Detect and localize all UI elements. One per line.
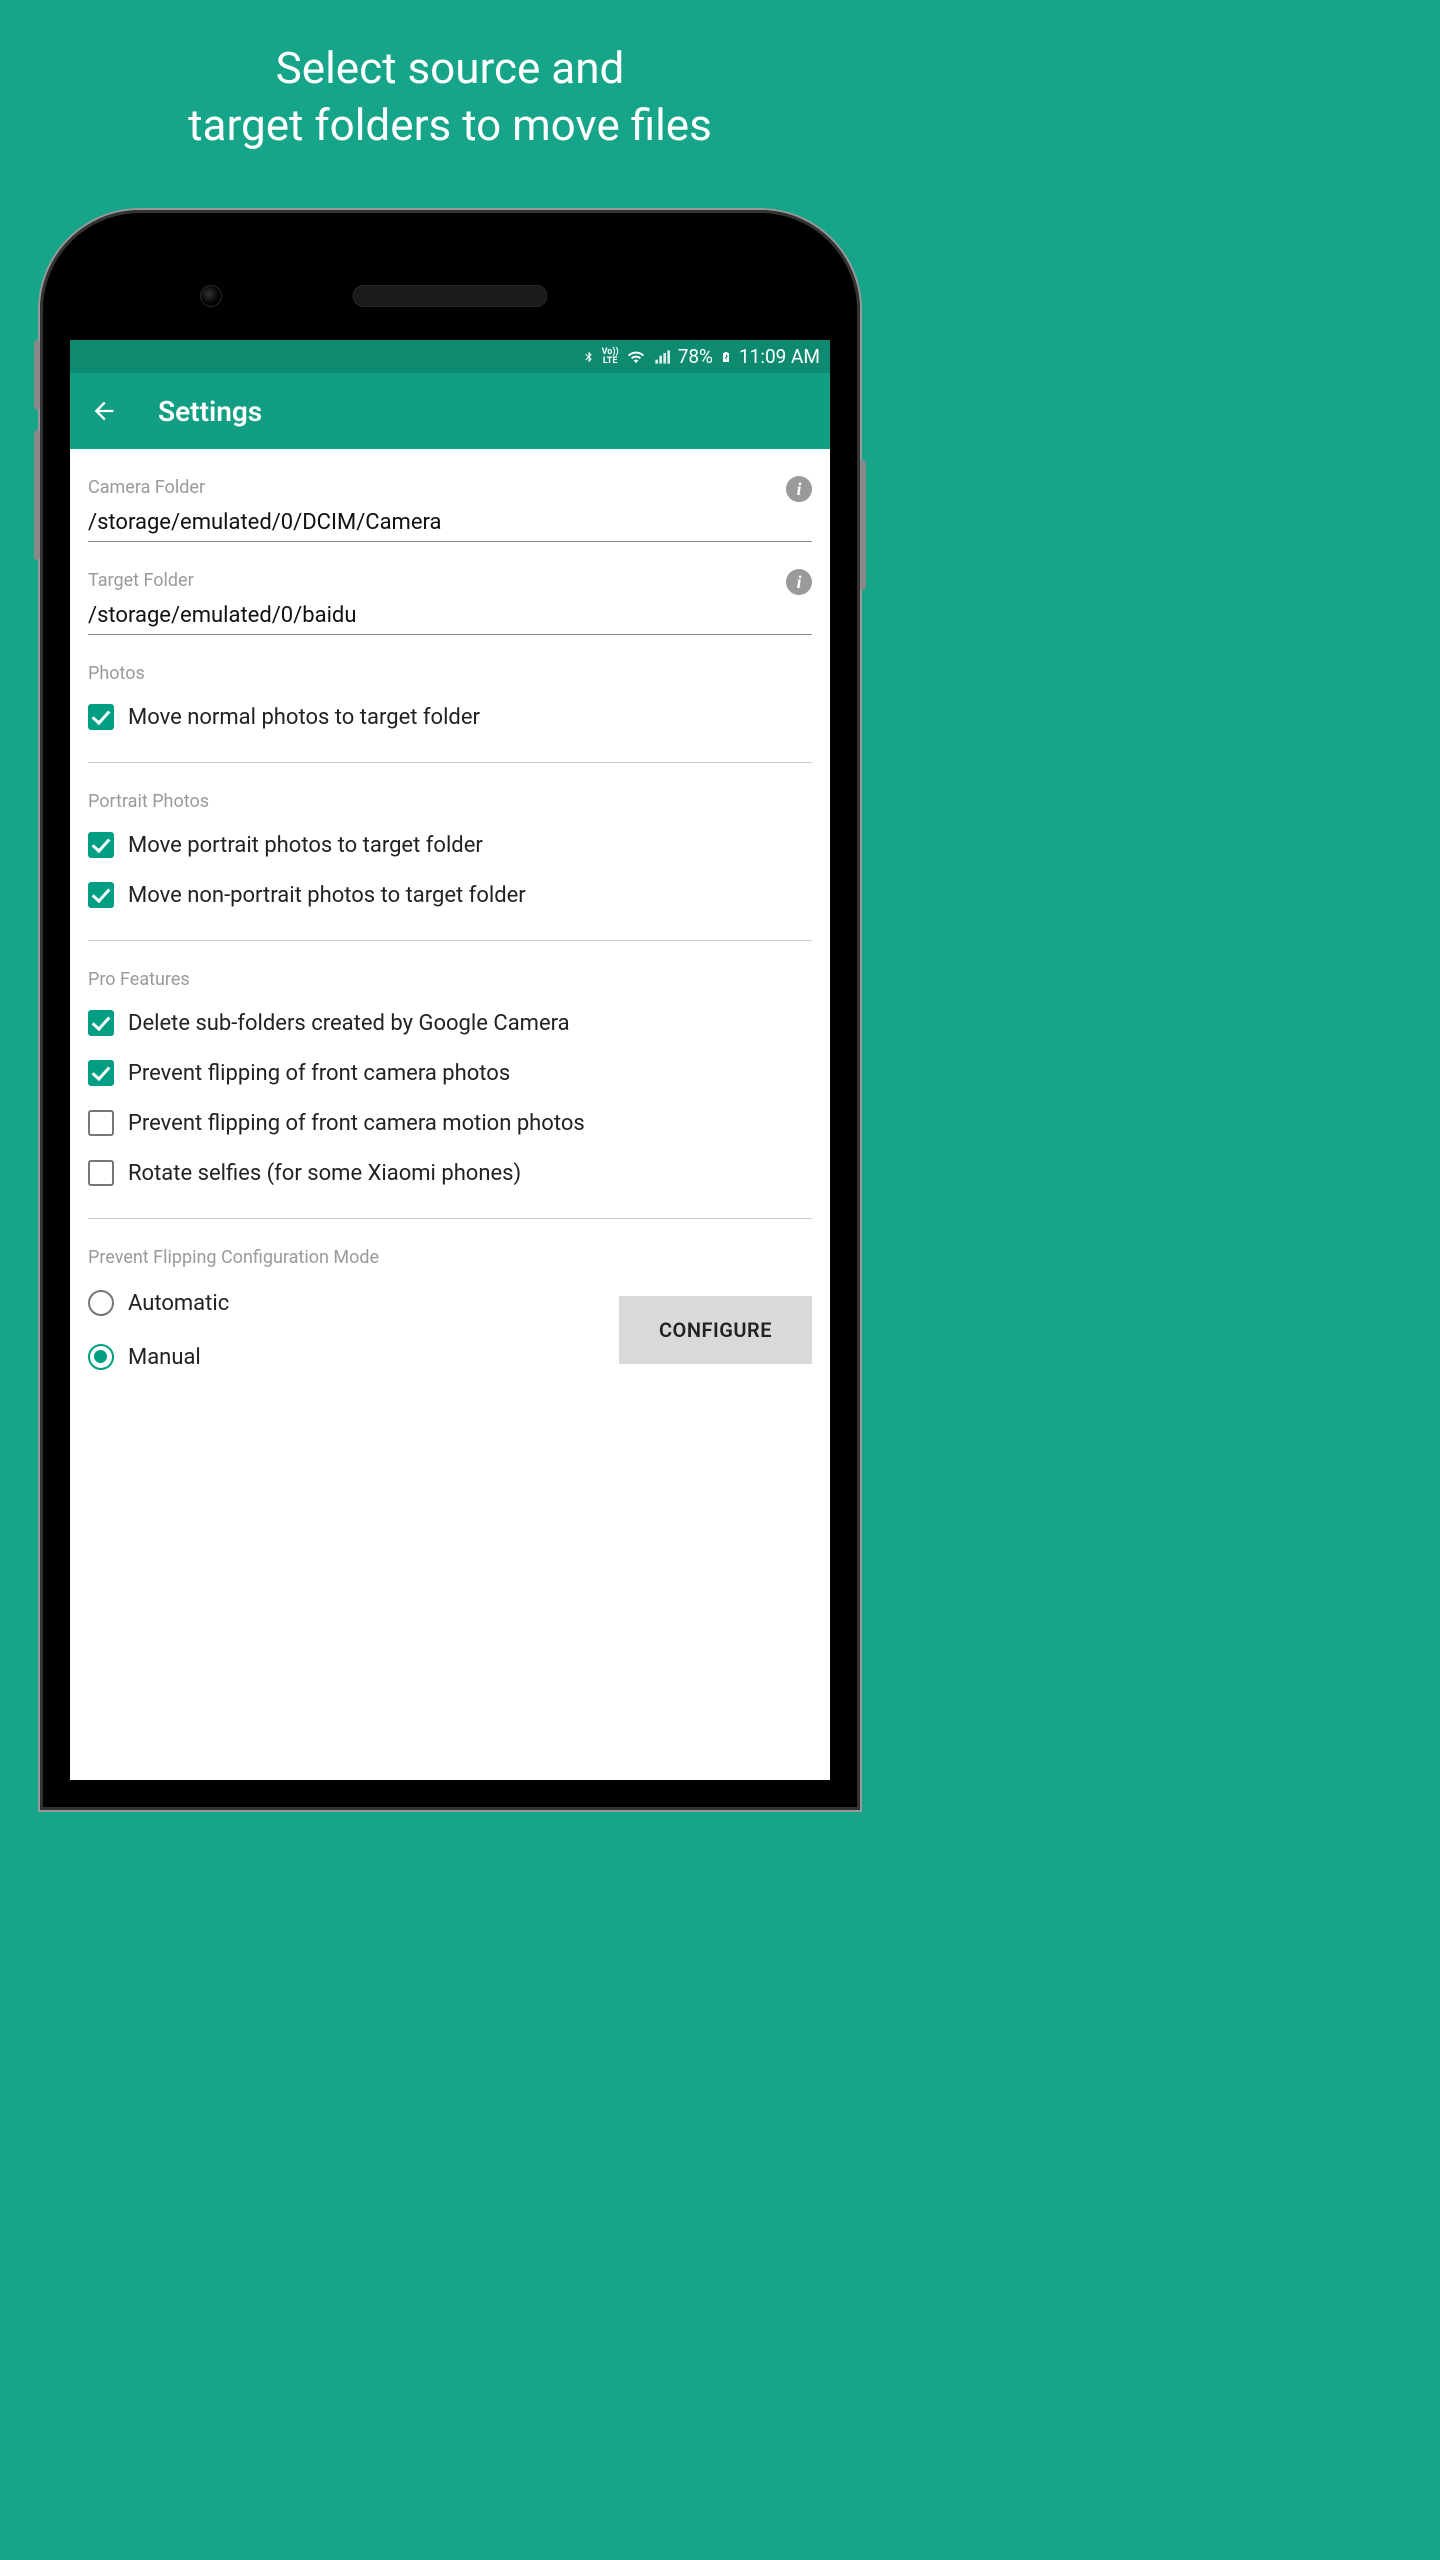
section-label-pro: Pro Features <box>88 941 812 998</box>
settings-content[interactable]: Camera Folder i Target Folder i Photos M… <box>70 449 830 1780</box>
checkbox-row: Rotate selfies (for some Xiaomi phones) <box>88 1148 812 1198</box>
phone-speaker <box>353 285 548 307</box>
wifi-icon <box>626 349 646 365</box>
checkbox-row: Prevent flipping of front camera photos <box>88 1048 812 1098</box>
radio-manual[interactable] <box>88 1344 114 1370</box>
phone-side-button <box>34 340 40 410</box>
promo-caption: Select source and target folders to move… <box>0 0 900 184</box>
arrow-left-icon <box>90 397 118 425</box>
checkbox-rotate-selfies[interactable] <box>88 1160 114 1186</box>
radio-row: Manual <box>88 1330 619 1384</box>
phone-top-bezel <box>70 240 830 340</box>
field-label-camera: Camera Folder <box>88 449 812 506</box>
mode-area: Automatic Manual CONFIGURE <box>88 1276 812 1384</box>
camera-folder-input[interactable] <box>88 510 812 535</box>
checkbox-label: Rotate selfies (for some Xiaomi phones) <box>128 1161 521 1186</box>
phone-front-camera <box>200 285 222 307</box>
promo-line-2: target folders to move files <box>20 97 880 154</box>
target-folder-field: i <box>88 599 812 635</box>
section-label-mode: Prevent Flipping Configuration Mode <box>88 1219 812 1276</box>
status-bar: Vo))LTE 78% 11:09 AM <box>70 340 830 373</box>
configure-button[interactable]: CONFIGURE <box>619 1296 812 1364</box>
radio-label: Manual <box>128 1345 201 1370</box>
radio-automatic[interactable] <box>88 1290 114 1316</box>
promo-line-1: Select source and <box>20 40 880 97</box>
battery-charging-icon <box>720 348 732 366</box>
checkbox-label: Prevent flipping of front camera photos <box>128 1061 510 1086</box>
section-label-photos: Photos <box>88 635 812 692</box>
camera-folder-field: i <box>88 506 812 542</box>
phone-side-button <box>34 430 40 560</box>
checkbox-label: Move normal photos to target folder <box>128 705 480 730</box>
checkbox-row: Move normal photos to target folder <box>88 692 812 742</box>
checkbox-move-nonportrait[interactable] <box>88 882 114 908</box>
checkbox-label: Prevent flipping of front camera motion … <box>128 1111 585 1136</box>
checkbox-row: Move non-portrait photos to target folde… <box>88 870 812 920</box>
checkbox-delete-subfolders[interactable] <box>88 1010 114 1036</box>
signal-icon <box>653 349 671 365</box>
bluetooth-icon <box>582 348 595 366</box>
target-folder-input[interactable] <box>88 603 812 628</box>
phone-frame: Vo))LTE 78% 11:09 AM Settings Camera Fol… <box>40 210 860 1810</box>
checkbox-move-normal[interactable] <box>88 704 114 730</box>
clock: 11:09 AM <box>739 345 820 368</box>
checkbox-row: Delete sub-folders created by Google Cam… <box>88 998 812 1048</box>
battery-percentage: 78% <box>678 345 713 368</box>
checkbox-row: Prevent flipping of front camera motion … <box>88 1098 812 1148</box>
checkbox-label: Move non-portrait photos to target folde… <box>128 883 526 908</box>
radio-label: Automatic <box>128 1291 229 1316</box>
field-label-target: Target Folder <box>88 542 812 599</box>
back-button[interactable] <box>90 397 118 425</box>
checkbox-prevent-flip[interactable] <box>88 1060 114 1086</box>
checkbox-row: Move portrait photos to target folder <box>88 820 812 870</box>
radio-row: Automatic <box>88 1276 619 1330</box>
phone-side-button <box>860 460 866 590</box>
page-title: Settings <box>158 395 262 428</box>
mode-options: Automatic Manual <box>88 1276 619 1384</box>
app-bar: Settings <box>70 373 830 449</box>
checkbox-prevent-flip-motion[interactable] <box>88 1110 114 1136</box>
info-icon[interactable]: i <box>786 569 812 595</box>
info-icon[interactable]: i <box>786 476 812 502</box>
volte-icon: Vo))LTE <box>602 348 619 364</box>
checkbox-label: Move portrait photos to target folder <box>128 833 483 858</box>
section-label-portrait: Portrait Photos <box>88 763 812 820</box>
checkbox-label: Delete sub-folders created by Google Cam… <box>128 1011 570 1036</box>
screen: Vo))LTE 78% 11:09 AM Settings Camera Fol… <box>70 340 830 1780</box>
checkbox-move-portrait[interactable] <box>88 832 114 858</box>
